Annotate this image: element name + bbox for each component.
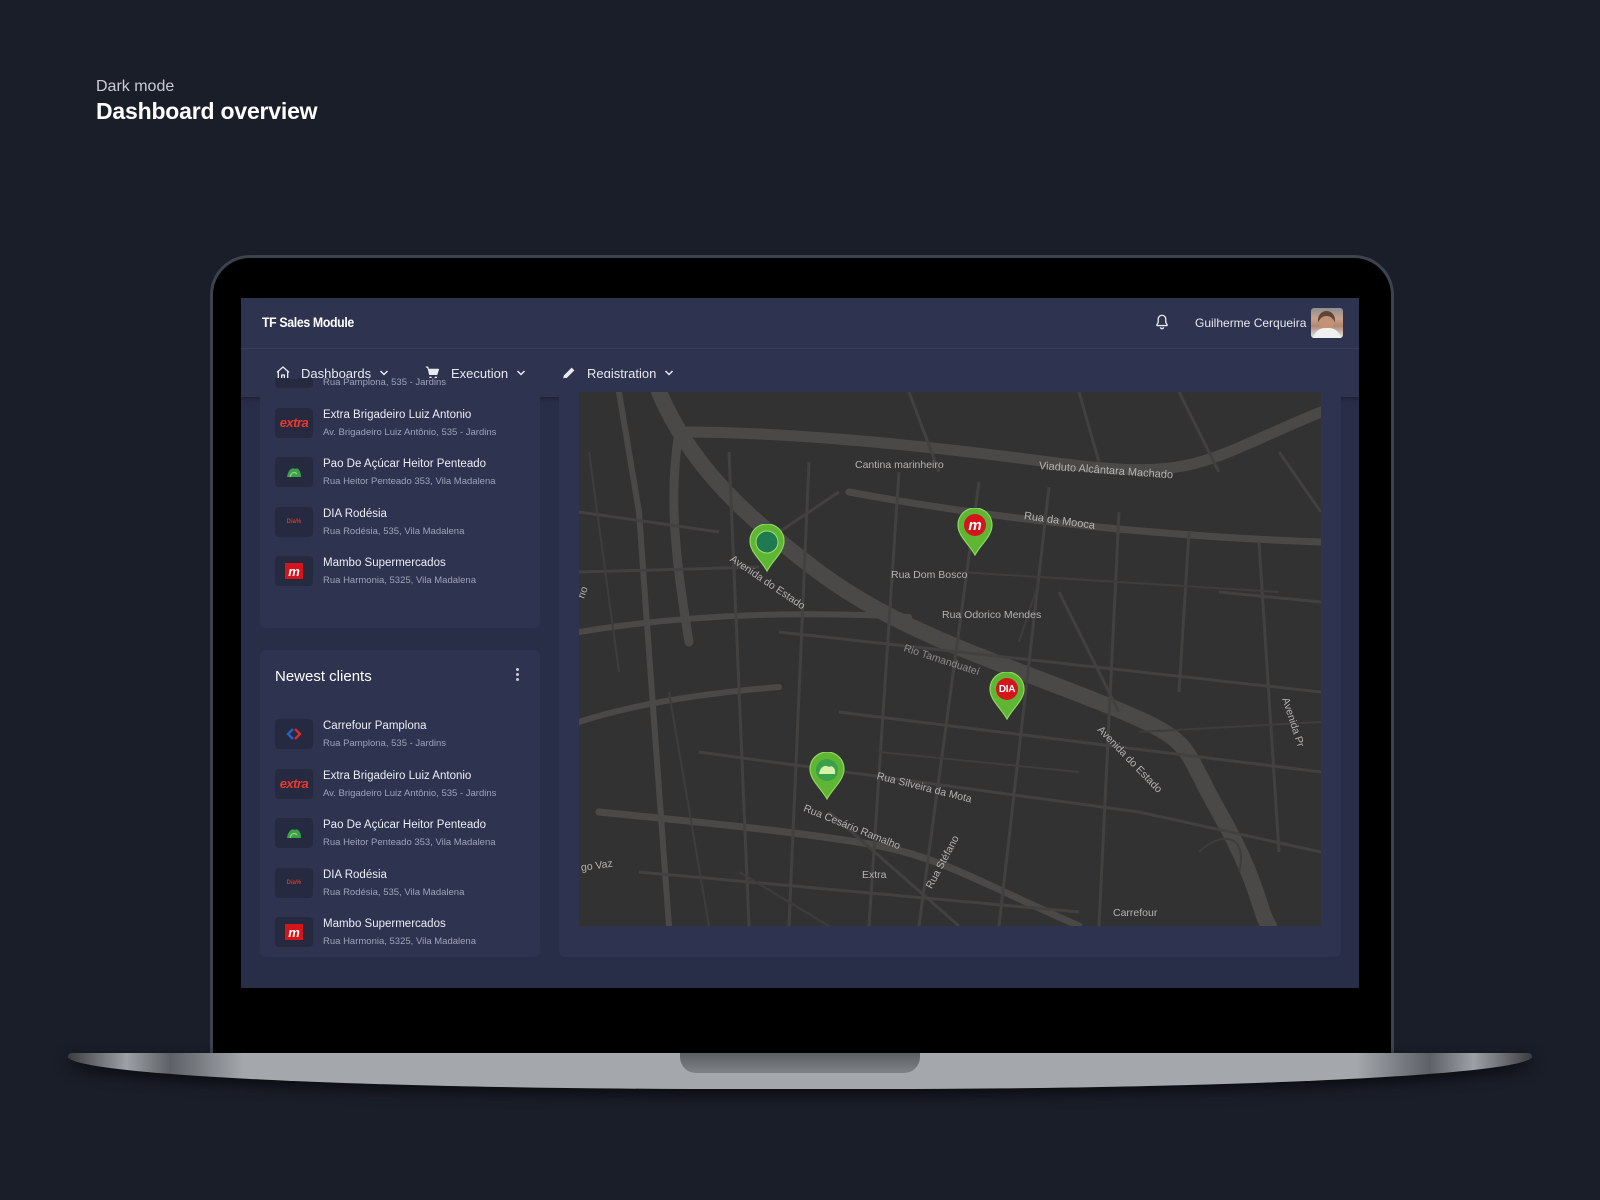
list-item[interactable]: extra Extra Brigadeiro Luiz Antonio Av. Br… — [275, 761, 530, 811]
store-address: Rua Harmonia, 5325, Vila Madalena — [323, 575, 476, 586]
store-address: Rua Heitor Penteado 353, Vila Madalena — [323, 476, 496, 487]
store-map[interactable]: Cantina marinheiro Viaduto Alcântara Mac… — [579, 392, 1321, 926]
user-name[interactable]: Guilherme Cerqueira — [1195, 316, 1306, 330]
store-address: Rua Heitor Penteado 353, Vila Madalena — [323, 837, 496, 848]
store-address: Rua Harmonia, 5325, Vila Madalena — [323, 936, 476, 947]
newest-clients-list: Carrefour Pamplona Rua Pamplona, 535 - Ja… — [275, 711, 530, 957]
store-name: Pao De Açúcar Heitor Penteado — [323, 819, 487, 831]
store-address: Rua Rodésia, 535, Vila Madalena — [323, 886, 465, 898]
carrefour-logo-icon — [275, 719, 313, 749]
bell-icon[interactable] — [1153, 313, 1171, 331]
app-title: TF Sales Module — [262, 314, 354, 330]
list-item[interactable]: Dia% DIA Rodésia Rua Rodésia, 535, Vila Ma… — [275, 499, 530, 549]
list-item[interactable]: Carrefour Pamplona Rua Pamplona, 535 - Ja… — [275, 711, 530, 761]
paodeacucar-logo-icon — [275, 818, 313, 848]
map-pin-paodeacucar[interactable] — [807, 751, 847, 801]
pin-label: DIA — [998, 684, 1016, 695]
store-name: Pao De Açúcar Heitor Penteado — [323, 458, 487, 470]
store-address: Av. Brigadeiro Luiz Antônio, 535 - Jardi… — [323, 426, 497, 438]
caption-title: Dashboard overview — [96, 98, 318, 124]
list-item[interactable]: m Mambo Supermercados Rua Harmonia, 5325, … — [275, 909, 530, 957]
map-pin-dia[interactable]: DIA — [987, 671, 1027, 721]
list-item[interactable]: m Mambo Supermercados Rua Harmonia, 5325, … — [275, 548, 530, 598]
app-screen: TF Sales Module Guilherme Cerqueira Dash… — [241, 298, 1359, 988]
store-address: Rua Pamplona, 535 - Jardins — [323, 738, 447, 749]
more-vert-icon[interactable] — [512, 666, 522, 682]
store-name: Extra Brigadeiro Luiz Antonio — [323, 408, 472, 421]
page-caption: Dark mode Dashboard overview — [96, 78, 318, 125]
avatar[interactable] — [1311, 308, 1343, 338]
store-name: DIA Rodésia — [323, 507, 387, 520]
list-item[interactable]: Pao De Açúcar Heitor Penteado Rua Heitor … — [275, 449, 530, 499]
dia-logo-icon: Dia% — [275, 867, 313, 898]
stores-list-card: Carrefour PamplonaRua Pamplona, 535 - Ja… — [260, 378, 540, 628]
newest-clients-title: Newest clients — [275, 668, 372, 685]
list-item[interactable]: Pao De Açúcar Heitor Penteado Rua Heitor … — [275, 810, 530, 860]
extra-logo-icon: extra — [275, 407, 313, 438]
map-pin-mambo[interactable]: m — [955, 507, 995, 557]
carrefour-logo-icon — [275, 378, 313, 388]
paodeacucar-logo-icon — [275, 457, 313, 487]
laptop-notch — [680, 1053, 920, 1073]
map-card: Cantina marinheiro Viaduto Alcântara Mac… — [559, 378, 1341, 957]
newest-clients-card: Newest clients Carrefour Pamplona Rua Pam… — [260, 650, 540, 957]
store-name: Mambo Supermercados — [323, 918, 446, 930]
store-name: Carrefour Pamplona — [323, 720, 427, 732]
mambo-logo-icon: m — [275, 556, 313, 586]
pin-label: m — [968, 517, 982, 534]
store-address: Rua Rodésia, 535, Vila Madalena — [323, 525, 465, 537]
map-label: Rua Dom Bosco — [891, 569, 968, 581]
store-name: DIA Rodésia — [323, 868, 387, 881]
chevron-down-icon — [665, 370, 674, 376]
map-label: Rua Odorico Mendes — [942, 609, 1042, 621]
chevron-down-icon — [517, 370, 526, 376]
store-name: Extra Brigadeiro Luiz Antonio — [323, 769, 472, 782]
list-item[interactable]: Dia% DIA Rodésia Rua Rodésia, 535, Vila Ma… — [275, 860, 530, 910]
extra-logo-icon: extra — [275, 768, 313, 799]
map-label: Cantina marinheiro — [855, 459, 944, 471]
chevron-down-icon — [380, 370, 389, 376]
list-item[interactable]: extra Extra Brigadeiro Luiz Antonio Av. Br… — [275, 400, 530, 450]
map-label: Extra — [862, 869, 887, 881]
mambo-logo-icon: m — [275, 917, 313, 947]
store-address: Rua Pamplona, 535 - Jardins — [323, 378, 447, 388]
list-item[interactable]: Carrefour PamplonaRua Pamplona, 535 - Ja… — [275, 378, 530, 400]
store-name: Mambo Supermercados — [323, 557, 446, 569]
dia-logo-icon: Dia% — [275, 506, 313, 537]
stores-list: Carrefour PamplonaRua Pamplona, 535 - Ja… — [275, 378, 530, 598]
map-label: Carrefour — [1113, 907, 1158, 919]
top-bar: TF Sales Module Guilherme Cerqueira — [241, 298, 1359, 349]
store-address: Av. Brigadeiro Luiz Antônio, 535 - Jardi… — [323, 787, 497, 799]
caption-subtitle: Dark mode — [96, 78, 175, 95]
map-pin-greenstore[interactable] — [747, 523, 787, 573]
